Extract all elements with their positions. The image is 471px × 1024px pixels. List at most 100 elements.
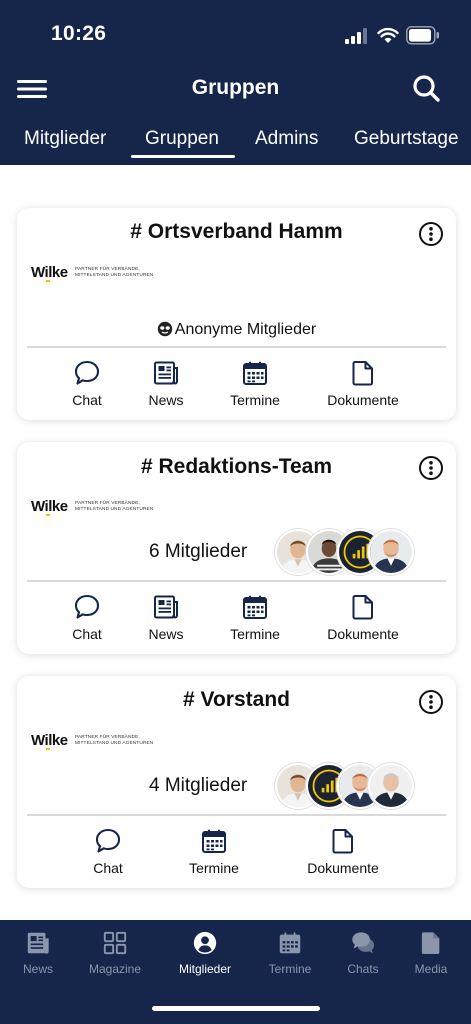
group-actions: Chat Termine Dokumente	[17, 827, 456, 887]
status-time: 10:26	[51, 22, 107, 45]
news-button[interactable]: News	[121, 593, 211, 642]
logo-tagline-1: PARTNER FÜR VERBÄNDE,	[75, 735, 140, 740]
page-title: Gruppen	[191, 76, 280, 99]
tab-mitglieder[interactable]: Mitglieder	[24, 128, 106, 150]
avatar	[368, 763, 414, 809]
calendar-icon	[241, 593, 269, 621]
logo-accent	[46, 514, 50, 516]
members-row[interactable]: 6 Mitglieder	[17, 529, 456, 577]
logo-brand: Wilke	[31, 732, 68, 749]
group-card-redaktions-team[interactable]: # Redaktions-Team Wilke PARTNER FÜR VERB…	[17, 442, 456, 654]
chat-button[interactable]: Chat	[42, 593, 132, 642]
more-options-icon[interactable]	[418, 455, 444, 481]
logo-tagline-2: MITTELSTAND UND AGENTUREN	[75, 273, 154, 278]
chat-button[interactable]: Chat	[63, 827, 153, 876]
divider	[27, 346, 446, 348]
logo-tagline-2: MITTELSTAND UND AGENTUREN	[75, 507, 154, 512]
termine-button[interactable]: Termine	[210, 359, 300, 408]
dokumente-button[interactable]: Dokumente	[318, 593, 408, 642]
tab-admins[interactable]: Admins	[255, 128, 318, 150]
logo-accent	[46, 748, 50, 750]
wilke-logo: Wilke PARTNER FÜR VERBÄNDE, MITTELSTAND …	[31, 498, 154, 520]
action-label: Chat	[93, 860, 123, 876]
members-count: 4 Mitglieder	[149, 775, 248, 796]
avatar	[368, 529, 414, 575]
dokumente-button[interactable]: Dokumente	[298, 827, 388, 876]
nav-item-media[interactable]: Media	[391, 930, 471, 976]
nav-label: Media	[414, 962, 448, 976]
chat-button[interactable]: Chat	[42, 359, 132, 408]
nav-label: News	[22, 962, 53, 976]
cellular-signal-icon	[345, 28, 367, 44]
termine-button[interactable]: Termine	[210, 593, 300, 642]
anonymous-members: Anonyme Mitglieder	[17, 321, 456, 339]
chat-bubble-icon	[73, 359, 101, 387]
more-options-icon[interactable]	[418, 689, 444, 715]
tab-geburtstage[interactable]: Geburtstage	[354, 128, 459, 150]
group-card-ortsverband-hamm[interactable]: # Ortsverband Hamm Wilke PARTNER FÜR VER…	[17, 208, 456, 420]
chat-bubble-icon	[73, 593, 101, 621]
document-icon	[349, 593, 377, 621]
members-text: Anonyme Mitglieder	[174, 321, 317, 338]
nav-label: Mitglieder	[178, 962, 232, 976]
members-count: 6 Mitglieder	[149, 541, 248, 562]
group-card-vorstand[interactable]: # Vorstand Wilke PARTNER FÜR VERBÄNDE, M…	[17, 676, 456, 888]
divider	[27, 580, 446, 582]
nav-item-news[interactable]: News	[0, 930, 78, 976]
action-label: Chat	[72, 626, 102, 642]
wilke-logo: Wilke PARTNER FÜR VERBÄNDE, MITTELSTAND …	[31, 264, 154, 286]
wifi-icon	[377, 27, 399, 43]
document-icon	[349, 359, 377, 387]
calendar-icon	[200, 827, 228, 855]
active-tab-indicator	[131, 155, 235, 158]
anonymous-mask-icon	[157, 321, 172, 337]
action-label: Termine	[189, 860, 239, 876]
group-actions: Chat News Termine Dokumente	[17, 593, 456, 653]
tab-bar: Mitglieder Gruppen Admins Geburtstage	[0, 124, 471, 164]
logo-tagline-2: MITTELSTAND UND AGENTUREN	[75, 741, 154, 746]
dokumente-button[interactable]: Dokumente	[318, 359, 408, 408]
status-bar: 10:26	[0, 0, 471, 62]
newspaper-icon	[152, 359, 180, 387]
app-header: 10:26 Gruppen Mitglieder Gruppen Admins	[0, 0, 471, 165]
action-label: News	[148, 392, 184, 408]
calendar-icon	[241, 359, 269, 387]
logo-tagline-1: PARTNER FÜR VERBÄNDE,	[75, 267, 140, 272]
search-icon[interactable]	[408, 70, 446, 108]
chat-bubbles-icon	[352, 932, 375, 954]
action-label: Chat	[72, 392, 102, 408]
nav-item-magazine[interactable]: Magazine	[75, 930, 155, 976]
group-actions: Chat News Termine Dokumente	[17, 359, 456, 419]
nav-label: Magazine	[88, 962, 142, 976]
newspaper-icon	[152, 593, 180, 621]
wilke-logo: Wilke PARTNER FÜR VERBÄNDE, MITTELSTAND …	[31, 732, 154, 754]
calendar-icon	[279, 932, 301, 954]
more-options-icon[interactable]	[418, 221, 444, 247]
action-label: Dokumente	[327, 392, 399, 408]
group-title: # Redaktions-Team	[141, 455, 332, 478]
logo-accent	[46, 280, 50, 282]
logo-brand: Wilke	[31, 498, 68, 515]
members-row[interactable]: 4 Mitglieder	[17, 763, 456, 811]
battery-icon	[406, 26, 439, 45]
user-circle-icon	[193, 931, 217, 955]
document-icon	[421, 932, 440, 954]
action-label: Termine	[230, 626, 280, 642]
nav-item-mitglieder[interactable]: Mitglieder	[165, 930, 245, 976]
document-icon	[329, 827, 357, 855]
grid-icon	[103, 931, 127, 955]
newspaper-icon	[27, 932, 49, 954]
divider	[27, 814, 446, 816]
group-title: # Ortsverband Hamm	[130, 220, 343, 243]
termine-button[interactable]: Termine	[169, 827, 259, 876]
logo-tagline-1: PARTNER FÜR VERBÄNDE,	[75, 501, 140, 506]
news-button[interactable]: News	[121, 359, 211, 408]
home-indicator	[152, 1006, 320, 1011]
action-label: Dokumente	[327, 626, 399, 642]
logo-brand: Wilke	[31, 264, 68, 281]
nav-label: Termine	[268, 962, 312, 976]
tab-gruppen[interactable]: Gruppen	[145, 128, 219, 150]
action-label: News	[148, 626, 184, 642]
nav-item-termine[interactable]: Termine	[250, 930, 330, 976]
group-title: # Vorstand	[183, 688, 290, 711]
